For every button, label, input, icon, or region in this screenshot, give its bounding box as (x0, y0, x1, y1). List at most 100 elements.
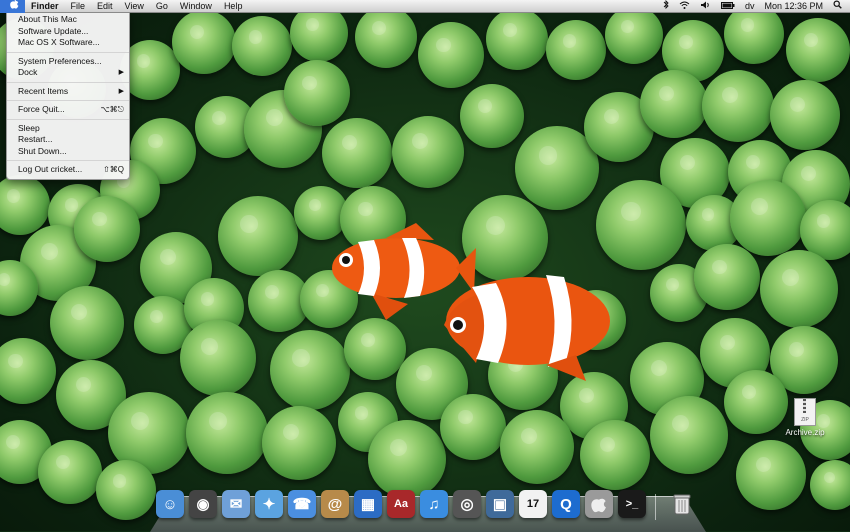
menu-separator (7, 81, 129, 83)
anemone-bulb (180, 320, 256, 396)
dock-address-book-icon[interactable]: @ (321, 490, 349, 518)
anemone-bulb (786, 18, 850, 82)
dock-separator (655, 494, 656, 520)
anemone-bulb (218, 196, 298, 276)
volume-icon[interactable] (695, 0, 716, 12)
desktop-file-label: Archive.zip (785, 428, 825, 437)
menu-view[interactable]: View (119, 0, 150, 12)
anemone-bulb (270, 330, 350, 410)
menu-item-recent-items[interactable]: Recent Items ▶ (7, 86, 129, 98)
anemone-bulb (810, 460, 850, 510)
menu-clock[interactable]: Mon 12:36 PM (759, 0, 828, 12)
menu-item-log-out[interactable]: Log Out cricket... ⇧⌘Q (7, 164, 129, 176)
dock-trash-icon[interactable] (668, 490, 696, 518)
menu-finder[interactable]: Finder (25, 0, 65, 12)
anemone-bulb (232, 16, 292, 76)
menu-item-force-quit[interactable]: Force Quit... ⌥⌘⎋ (7, 104, 129, 116)
apple-menu-icon[interactable] (0, 0, 25, 13)
menu-item-label: System Preferences... (18, 55, 102, 66)
zip-file-icon: ZIP (794, 398, 816, 426)
menu-item-label: Recent Items (18, 85, 69, 96)
menu-item-restart[interactable]: Restart... (7, 134, 129, 146)
menu-item-label: Mac OS X Software... (18, 37, 100, 47)
anemone-bulb (702, 70, 774, 142)
anemone-bulb (580, 420, 650, 490)
menu-go[interactable]: Go (150, 0, 174, 12)
desktop-file-archive[interactable]: ZIP Archive.zip (781, 398, 829, 443)
menu-item-system-preferences[interactable]: System Preferences... (7, 56, 129, 68)
anemone-bulb (724, 370, 788, 434)
menu-item-shortcut: ⌥⌘⎋ (100, 105, 124, 114)
anemone-bulb (186, 392, 268, 474)
menu-separator (7, 100, 129, 101)
spotlight-icon[interactable] (828, 0, 850, 12)
menu-item-shut-down[interactable]: Shut Down... (7, 146, 129, 158)
dock-spaces-icon[interactable]: ▦ (354, 490, 382, 518)
apple-menu-dropdown: About This Mac Software Update... Mac OS… (6, 12, 130, 180)
anemone-bulb (605, 6, 663, 64)
anemone-bulb (650, 396, 728, 474)
menu-item-label: Shut Down... (18, 145, 67, 156)
dock-ical-icon[interactable]: 17 (519, 490, 547, 518)
menu-bar: Finder File Edit View Go Window Help dv … (0, 0, 850, 13)
user-account-name[interactable]: dv (740, 0, 760, 12)
dock-dvd-player-icon[interactable]: ◎ (453, 490, 481, 518)
anemone-bulb (760, 250, 838, 328)
clownfish-lower (444, 275, 610, 381)
anemone-bulb (500, 410, 574, 484)
anemone-bulb (730, 180, 806, 256)
wifi-icon[interactable] (674, 0, 695, 12)
bluetooth-icon[interactable] (658, 0, 674, 12)
dock-dictionary-icon[interactable]: Aa (387, 490, 415, 518)
anemone-bulb (0, 175, 50, 235)
menu-item-sleep[interactable]: Sleep (7, 123, 129, 135)
dock-safari-icon[interactable]: ✦ (255, 490, 283, 518)
menu-file[interactable]: File (65, 0, 92, 12)
anemone-bulb (322, 118, 392, 188)
zip-icon-text: ZIP (801, 417, 809, 423)
anemone-bulb (172, 10, 236, 74)
anemone-bulb (546, 20, 606, 80)
menu-window[interactable]: Window (174, 0, 218, 12)
anemone-bulb (770, 80, 840, 150)
dock-quicktime-icon[interactable]: Q (552, 490, 580, 518)
battery-icon[interactable] (716, 0, 740, 12)
menu-item-label: Dock (18, 67, 38, 77)
menu-item-label: Software Update... (18, 25, 89, 36)
anemone-bulb (50, 286, 124, 360)
menu-item-software-update[interactable]: Software Update... (7, 26, 129, 38)
menu-item-label: Force Quit... (18, 104, 65, 114)
dock-system-preferences-icon[interactable] (585, 490, 613, 518)
dock-finder-icon[interactable]: ☺ (156, 490, 184, 518)
dock-itunes-icon[interactable]: ♫ (420, 490, 448, 518)
dock: ☺ ◉ ✉ ✦ ☎ @ ▦ Aa ♫ ◎ ▣ 17 Q >_ (150, 484, 706, 532)
anemone-bulb (694, 244, 760, 310)
menu-edit[interactable]: Edit (91, 0, 119, 12)
menu-item-dock[interactable]: Dock ▶ (7, 67, 129, 79)
anemone-bulb (486, 8, 548, 70)
submenu-arrow-icon: ▶ (118, 87, 124, 95)
menu-separator (7, 160, 129, 161)
anemone-bulb (460, 84, 524, 148)
dock-iphoto-icon[interactable]: ▣ (486, 490, 514, 518)
menu-help[interactable]: Help (218, 0, 249, 12)
anemone-bulb (74, 196, 140, 262)
anemone-bulb (736, 440, 806, 510)
anemone-bulb (440, 394, 506, 460)
menu-item-mac-os-x-software[interactable]: Mac OS X Software... (7, 37, 129, 49)
dock-ichat-icon[interactable]: ☎ (288, 490, 316, 518)
dock-mail-icon[interactable]: ✉ (222, 490, 250, 518)
dock-dashboard-icon[interactable]: ◉ (189, 490, 217, 518)
menu-separator (7, 118, 129, 120)
anemone-bulb (418, 22, 484, 88)
anemone-bulb (38, 440, 102, 504)
menu-item-about-this-mac[interactable]: About This Mac (7, 14, 129, 26)
anemone-bulb (724, 4, 784, 64)
anemone-bulb (355, 6, 417, 68)
anemone-bulb (96, 460, 156, 520)
dock-terminal-icon[interactable]: >_ (618, 490, 646, 518)
status-area: dv Mon 12:36 PM (658, 0, 850, 12)
menu-item-label: About This Mac (18, 14, 77, 24)
anemone-bulb (0, 338, 56, 404)
anemone-bulb (262, 406, 336, 480)
